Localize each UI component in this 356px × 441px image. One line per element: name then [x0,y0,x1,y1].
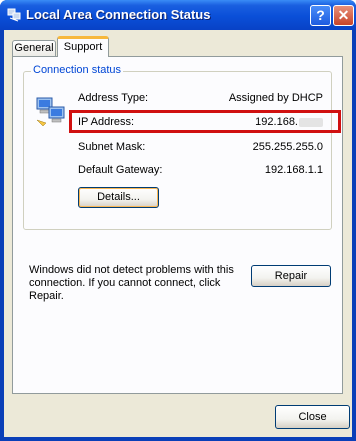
ip-address-value: 192.168. [255,116,323,128]
default-gateway-value: 192.168.1.1 [264,164,323,176]
status-dialog: Local Area Connection Status ? ✕ General… [0,0,356,441]
network-computers-icon [36,97,65,127]
repair-button[interactable]: Repair [251,265,331,287]
tab-support[interactable]: Support [57,36,109,57]
tab-general[interactable]: General [12,40,56,56]
connection-status-group: Connection status Address Type: Assigned… [23,64,341,230]
subnet-mask-label: Subnet Mask: [78,141,146,153]
ip-address-redaction [299,117,323,127]
help-button[interactable]: ? [310,5,331,26]
ip-address-visible-part: 192.168. [255,116,298,128]
diagnostics-message: Windows did not detect problems with thi… [29,264,234,302]
connection-status-label: Connection status [31,64,124,76]
details-button[interactable]: Details... [78,187,159,208]
ip-address-label: IP Address: [78,116,135,128]
subnet-mask-value: 255.255.255.0 [252,141,323,153]
address-type-value: Assigned by DHCP [228,92,323,104]
default-gateway-label: Default Gateway: [78,164,163,176]
network-connection-icon [7,8,21,22]
close-button[interactable]: Close [275,405,350,429]
title-close-button[interactable]: ✕ [333,5,354,26]
title-bar[interactable]: Local Area Connection Status ? ✕ [0,0,356,30]
window-title: Local Area Connection Status [26,7,211,22]
support-tab-panel: Connection status Address Type: Assigned… [12,56,343,394]
dialog-body: General Support Connection status Addres… [4,30,352,437]
address-type-label: Address Type: [78,92,149,104]
